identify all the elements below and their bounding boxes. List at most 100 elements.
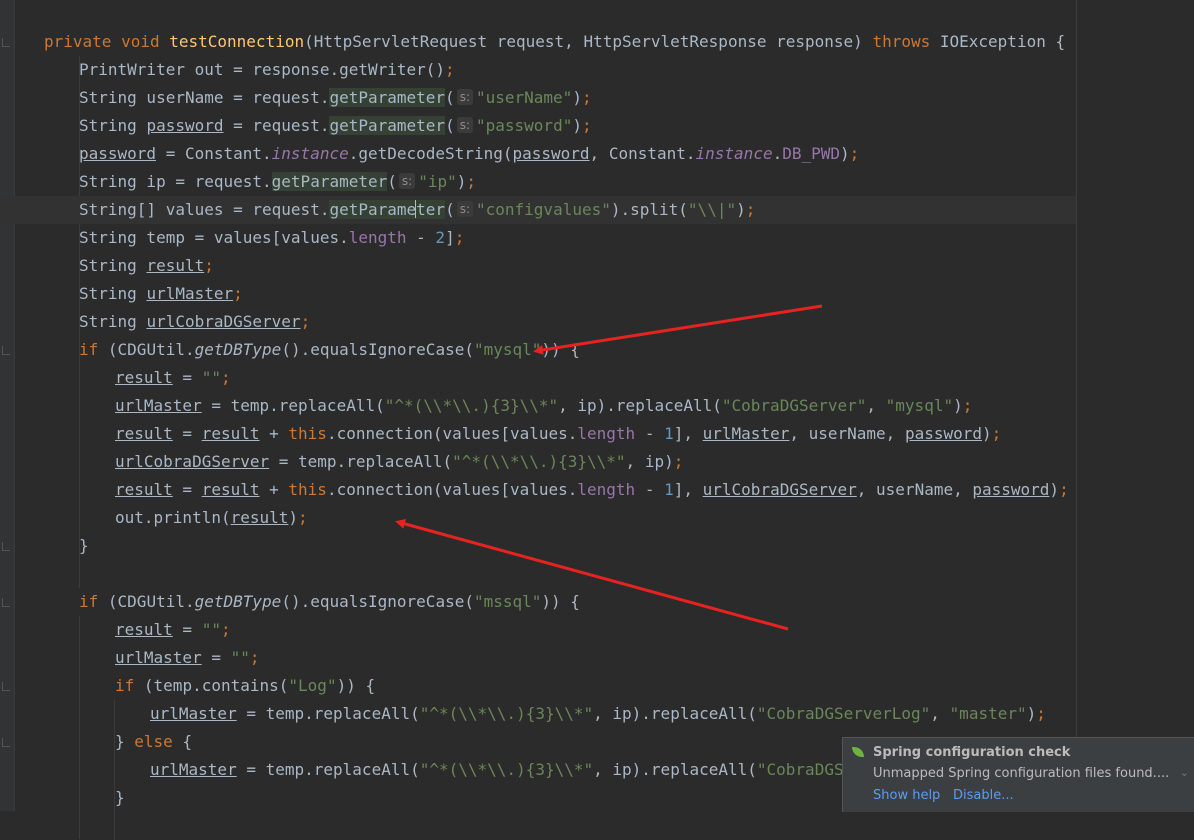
code-line[interactable]: result = ""; [115,364,231,392]
code-token: "mssql" [473,592,542,611]
code-token: ] [445,228,455,247]
show-help-link[interactable]: Show help [873,788,940,803]
code-token: instance [695,144,773,163]
code-line[interactable]: urlMaster = temp.replaceAll("^*(\\*\\.){… [150,700,1046,728]
code-line[interactable]: urlMaster = temp.replaceAll("^*(\\*\\.){… [115,392,972,420]
code-token: PrintWriter out = response.getWriter() [79,60,446,79]
param-hint: s: [456,117,473,133]
chevron-down-icon[interactable]: ⌄ [1180,766,1189,779]
indent-guide [114,700,115,840]
code-token: "Log" [288,676,337,695]
code-token: , userName, [856,480,973,499]
code-token: ) [736,200,746,219]
code-token: ) [456,172,467,191]
param-hint: s: [456,201,473,217]
code-token: .connection(values[values. [326,480,578,499]
code-token: password [972,480,1050,499]
code-token: this [288,480,327,499]
code-line[interactable]: String urlCobraDGServer; [79,308,310,336]
code-token: + [259,480,289,499]
code-line[interactable]: String ip = request.getParameter(s: "ip")… [79,168,476,196]
code-token: .getDecodeString( [348,144,513,163]
code-token: "mysql" [885,396,954,415]
code-line[interactable]: PrintWriter out = response.getWriter(); [79,56,455,84]
code-line[interactable]: urlMaster = temp.replaceAll("^*(\\*\\.){… [150,756,892,784]
code-token: , ip).replaceAll( [593,704,757,723]
code-token: "" [201,368,221,387]
fold-marker-icon[interactable] [2,542,10,551]
code-token: testConnection [169,32,305,51]
code-token: "\\|" [687,200,737,219]
spring-config-notification[interactable]: Spring configuration check Unmapped Spri… [842,737,1194,812]
code-token: result [201,480,260,499]
code-token: , ip).replaceAll( [593,760,757,779]
editor-gutter[interactable] [0,0,15,811]
code-line[interactable]: String temp = values[values.length - 2]; [79,224,464,252]
code-line-current[interactable]: String[] values = request.getParameter(s… [0,196,1076,224]
code-token: "ip" [418,172,457,191]
code-line[interactable]: } else { [115,728,192,756]
code-token: if [79,340,108,359]
code-line[interactable]: result = ""; [115,616,231,644]
code-line[interactable]: String userName = request.getParameter(s… [79,84,592,112]
code-line[interactable]: String result; [79,252,214,280]
code-line[interactable]: urlCobraDGServer = temp.replaceAll("^*(\… [115,448,683,476]
code-token: 2 [435,228,446,247]
code-token: "mysql" [473,340,542,359]
code-token: ) [840,144,850,163]
code-line[interactable]: result = result + this.connection(values… [115,420,1001,448]
code-token: ; [849,144,860,163]
code-token: "userName" [475,88,573,107]
code-line[interactable]: } [115,784,125,812]
code-line[interactable]: String urlMaster; [79,280,243,308]
code-token: 1 [664,480,674,499]
code-token: "" [230,648,250,667]
code-token: String [79,256,147,275]
notification-title: Spring configuration check [873,745,1071,760]
code-line[interactable]: if (temp.contains("Log")) { [115,672,375,700]
code-token: , userName, [789,424,905,443]
code-token: ; [991,424,1002,443]
code-token: - [406,228,436,247]
code-line[interactable]: private void testConnection(HttpServletR… [44,28,1065,56]
code-line[interactable]: if (CDGUtil.getDBType().equalsIgnoreCase… [79,336,580,364]
code-token: urlCobraDGServer [146,312,301,331]
code-token: result [201,424,260,443]
code-token: "^*(\\*\\.){3}\\*" [452,452,626,471]
code-token: result [146,256,205,275]
code-token: ) [1049,480,1060,499]
code-token: length [577,480,636,499]
fold-marker-icon[interactable] [2,682,10,691]
code-token: + [259,424,289,443]
code-token: IOException { [939,32,1066,51]
fold-marker-icon[interactable] [2,38,10,47]
code-line[interactable]: out.println(result); [115,504,308,532]
code-line[interactable]: urlMaster = ""; [115,644,260,672]
code-token: String[] values = request. [79,200,330,219]
code-token: out.println( [115,508,231,527]
code-line[interactable]: if (CDGUtil.getDBType().equalsIgnoreCase… [79,588,580,616]
code-token: (temp.contains( [143,676,289,695]
fold-marker-icon[interactable] [2,346,10,355]
code-line[interactable]: result = result + this.connection(values… [115,476,1069,504]
code-line[interactable]: String password = request.getParameter(s… [79,112,592,140]
code-token: getParameter [329,116,446,135]
code-token: = [172,424,202,443]
fold-marker-icon[interactable] [2,598,10,607]
code-token: , ip) [625,452,674,471]
disable-link[interactable]: Disable... [953,788,1014,803]
fold-marker-icon[interactable] [2,738,10,747]
code-token: ( [445,200,455,219]
code-token: .connection(values[values. [326,424,578,443]
code-token: , [930,704,950,723]
param-hint: s: [398,173,416,189]
code-token: "password" [476,116,573,135]
notification-body[interactable]: Unmapped Spring configuration files foun… [873,766,1169,781]
code-line[interactable]: } [79,532,89,560]
code-token: )) { [336,676,376,695]
code-token: ; [745,200,756,219]
code-token: ], [673,480,703,499]
code-line[interactable]: password = Constant.instance.getDecodeSt… [79,140,859,168]
code-token: ; [673,452,684,471]
code-token: ; [233,284,243,303]
